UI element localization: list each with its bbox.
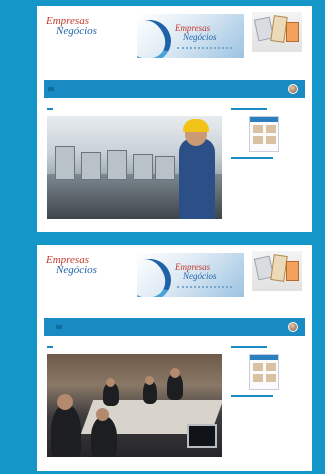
main-nav bbox=[44, 80, 305, 98]
nav-item-5[interactable] bbox=[80, 325, 86, 329]
magazine-header bbox=[250, 117, 278, 122]
banner-word-2: Negócios bbox=[183, 32, 217, 42]
banner-swoosh-graphic bbox=[137, 14, 177, 58]
main-nav bbox=[44, 318, 305, 336]
nav-item-6[interactable] bbox=[88, 87, 94, 91]
photo-machine bbox=[155, 156, 175, 180]
ad-image[interactable] bbox=[252, 251, 302, 291]
photo-person-face bbox=[96, 408, 109, 421]
photo-worker-helmet bbox=[183, 119, 209, 132]
section-label[interactable] bbox=[47, 108, 53, 110]
site-logo[interactable]: Empresas Negócios bbox=[46, 255, 104, 279]
sidebar-button[interactable] bbox=[231, 395, 273, 397]
logo-word-2: Negócios bbox=[56, 264, 97, 276]
ad-card-3 bbox=[286, 22, 299, 42]
header-banner[interactable]: Empresas Negócios bbox=[137, 14, 244, 58]
website-screenshot-2: Empresas Negócios Empresas Negócios bbox=[37, 245, 312, 471]
magazine-image bbox=[253, 125, 263, 133]
photo-person bbox=[51, 404, 81, 457]
featured-photo-factory[interactable] bbox=[47, 116, 222, 219]
magazine-image bbox=[253, 136, 263, 144]
nav-item-1[interactable] bbox=[48, 325, 54, 329]
photo-machine bbox=[133, 154, 153, 180]
avatar bbox=[288, 322, 298, 332]
magazine-cover[interactable] bbox=[249, 354, 279, 390]
photo-person-face bbox=[57, 394, 73, 410]
ad-image[interactable] bbox=[252, 12, 302, 52]
nav-user[interactable] bbox=[288, 84, 301, 94]
section-label[interactable] bbox=[47, 346, 53, 348]
photo-person-face bbox=[106, 378, 115, 387]
magazine-image bbox=[266, 363, 276, 371]
photo-worker bbox=[179, 138, 215, 219]
nav-item-2[interactable] bbox=[56, 87, 62, 91]
sidebar-title bbox=[231, 108, 267, 110]
nav-item-4[interactable] bbox=[72, 87, 78, 91]
banner-dotted-line bbox=[177, 286, 232, 288]
photo-machine bbox=[55, 146, 75, 180]
sidebar bbox=[231, 108, 303, 159]
nav-item-3[interactable] bbox=[64, 87, 70, 91]
photo-person-face bbox=[170, 368, 180, 378]
magazine-image bbox=[253, 374, 263, 382]
nav-item-7[interactable] bbox=[96, 87, 102, 91]
magazine-image bbox=[266, 374, 276, 382]
nav-user[interactable] bbox=[288, 322, 301, 332]
ad-card-3 bbox=[286, 261, 299, 281]
banner-word-2: Negócios bbox=[183, 271, 217, 281]
featured-photo-meeting[interactable] bbox=[47, 354, 222, 457]
nav-item-6[interactable] bbox=[88, 325, 94, 329]
logo-word-2: Negócios bbox=[56, 25, 97, 37]
header-banner[interactable]: Empresas Negócios bbox=[137, 253, 244, 297]
sidebar bbox=[231, 346, 303, 397]
sidebar-button[interactable] bbox=[231, 157, 273, 159]
nav-item-4[interactable] bbox=[72, 325, 78, 329]
magazine-image bbox=[266, 125, 276, 133]
magazine-cover[interactable] bbox=[249, 116, 279, 152]
site-header: Empresas Negócios Empresas Negócios bbox=[37, 245, 312, 305]
site-logo[interactable]: Empresas Negócios bbox=[46, 16, 104, 40]
magazine-image bbox=[266, 136, 276, 144]
sidebar-title bbox=[231, 346, 267, 348]
banner-dotted-line bbox=[177, 47, 232, 49]
website-screenshot-1: Empresas Negócios Empresas Negócios bbox=[37, 6, 312, 232]
nav-item-3[interactable] bbox=[64, 325, 70, 329]
site-header: Empresas Negócios Empresas Negócios bbox=[37, 6, 312, 66]
nav-item-7[interactable] bbox=[96, 325, 102, 329]
magazine-header bbox=[250, 355, 278, 360]
nav-item-1[interactable] bbox=[48, 87, 54, 91]
photo-person bbox=[91, 416, 117, 457]
photo-machine bbox=[107, 150, 127, 180]
avatar bbox=[288, 84, 298, 94]
banner-swoosh-graphic bbox=[137, 253, 177, 297]
nav-item-5[interactable] bbox=[80, 87, 86, 91]
photo-machine bbox=[81, 152, 101, 180]
photo-person-face bbox=[145, 376, 154, 385]
photo-monitor bbox=[187, 424, 217, 448]
nav-item-2[interactable] bbox=[56, 325, 62, 329]
magazine-image bbox=[253, 363, 263, 371]
